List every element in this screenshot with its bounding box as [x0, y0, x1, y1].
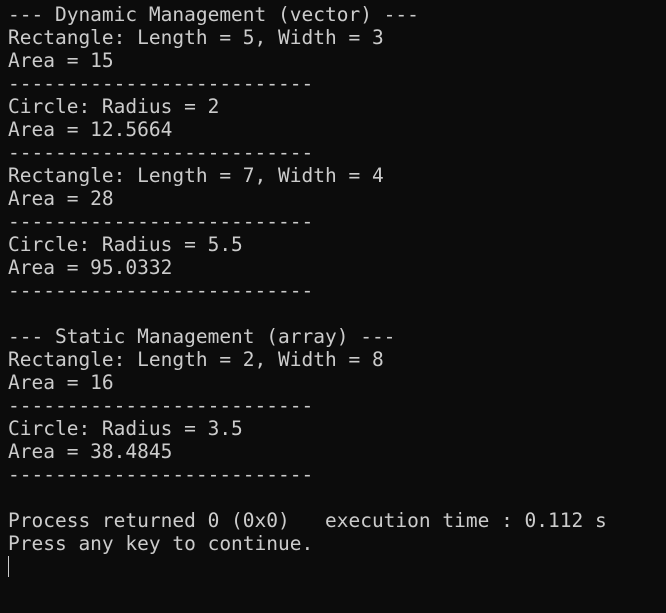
- area-output-line: Area = 28: [8, 187, 114, 210]
- console-window[interactable]: --- Dynamic Management (vector) --- Rect…: [0, 0, 666, 613]
- area-output-line: Area = 38.4845: [8, 440, 173, 463]
- press-any-key-prompt: Press any key to continue.: [8, 532, 314, 555]
- circle-output-line: Circle: Radius = 2: [8, 95, 220, 118]
- separator-line: --------------------------: [8, 141, 314, 164]
- circle-output-line: Circle: Radius = 3.5: [8, 417, 243, 440]
- separator-line: --------------------------: [8, 279, 314, 302]
- area-output-line: Area = 12.5664: [8, 118, 173, 141]
- area-output-line: Area = 16: [8, 371, 114, 394]
- rectangle-output-line: Rectangle: Length = 5, Width = 3: [8, 26, 384, 49]
- section-header-static: --- Static Management (array) ---: [8, 325, 396, 348]
- separator-line: --------------------------: [8, 210, 314, 233]
- section-header-dynamic: --- Dynamic Management (vector) ---: [8, 3, 419, 26]
- circle-output-line: Circle: Radius = 5.5: [8, 233, 243, 256]
- rectangle-output-line: Rectangle: Length = 2, Width = 8: [8, 348, 384, 371]
- process-status-line: Process returned 0 (0x0) execution time …: [8, 509, 607, 532]
- area-output-line: Area = 15: [8, 49, 114, 72]
- separator-line: --------------------------: [8, 72, 314, 95]
- separator-line: --------------------------: [8, 463, 314, 486]
- separator-line: --------------------------: [8, 394, 314, 417]
- text-cursor: [8, 556, 9, 577]
- rectangle-output-line: Rectangle: Length = 7, Width = 4: [8, 164, 384, 187]
- area-output-line: Area = 95.0332: [8, 256, 173, 279]
